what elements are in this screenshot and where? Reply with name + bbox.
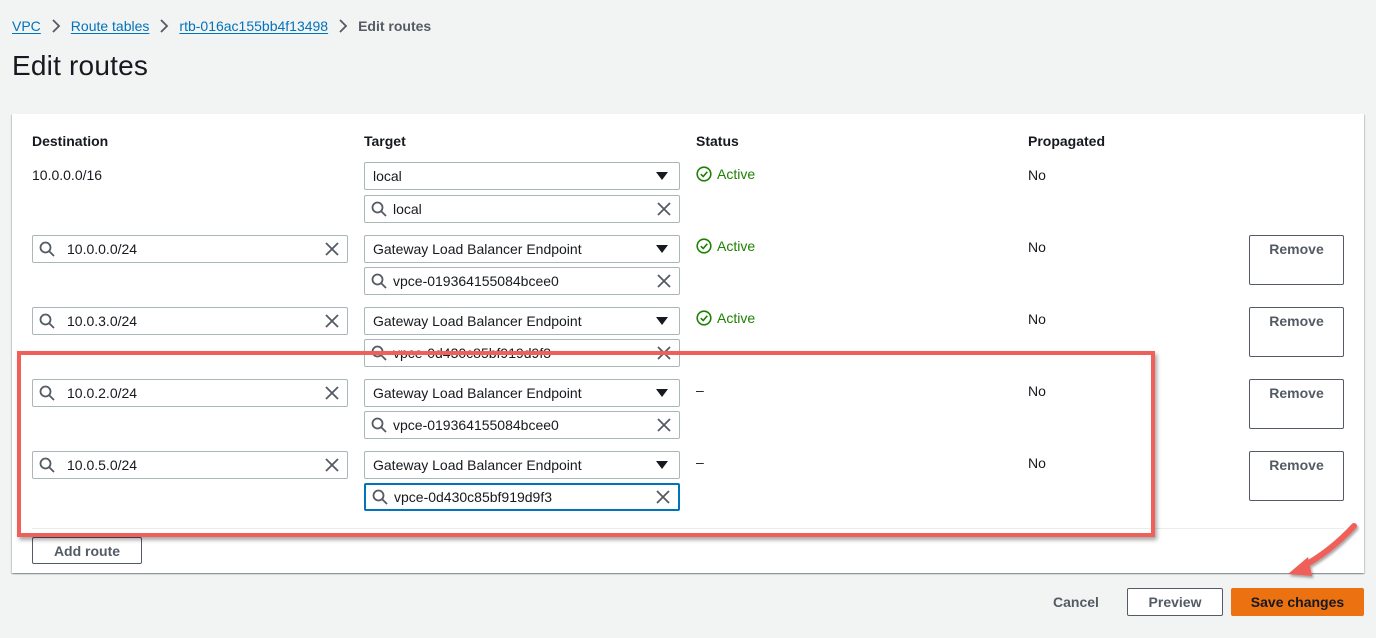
status-text: – <box>696 382 704 398</box>
status-text: Active <box>717 238 756 254</box>
search-icon <box>33 385 61 401</box>
cancel-button[interactable]: Cancel <box>1040 588 1112 616</box>
target-search-input[interactable]: vpce-0d430c85bf919d9f3 <box>364 483 680 511</box>
breadcrumb: VPC Route tables rtb-016ac155bb4f13498 E… <box>12 16 431 36</box>
target-type-select[interactable]: Gateway Load Balancer Endpoint <box>364 235 680 263</box>
breadcrumb-route-table-id-link[interactable]: rtb-016ac155bb4f13498 <box>179 18 328 34</box>
clear-icon[interactable] <box>317 314 347 328</box>
clear-icon[interactable] <box>649 202 679 216</box>
clear-icon[interactable] <box>317 386 347 400</box>
propagated-column-header: Propagated <box>1028 133 1106 149</box>
target-type-value: Gateway Load Balancer Endpoint <box>373 457 582 473</box>
propagated-text: No <box>1028 239 1046 255</box>
status-column-header: Status <box>696 133 739 149</box>
clear-icon[interactable] <box>317 458 347 472</box>
target-column-header: Target <box>364 133 406 149</box>
caret-down-icon <box>645 461 679 469</box>
check-circle-icon <box>696 310 712 326</box>
destination-input[interactable]: 10.0.5.0/24 <box>32 451 348 479</box>
status-indicator: Active <box>696 238 755 254</box>
search-icon <box>33 457 61 473</box>
chevron-right-icon <box>328 16 358 36</box>
caret-down-icon <box>645 389 679 397</box>
save-changes-button[interactable]: Save changes <box>1231 588 1364 616</box>
target-search-input[interactable]: local <box>364 195 680 223</box>
search-icon <box>365 201 393 217</box>
chevron-right-icon <box>149 16 179 36</box>
target-search-input[interactable]: vpce-0d430c85bf919d9f3 <box>364 339 680 367</box>
target-type-value: Gateway Load Balancer Endpoint <box>373 241 582 257</box>
remove-route-button[interactable]: Remove <box>1249 307 1344 357</box>
status-text: Active <box>717 310 756 326</box>
chevron-right-icon <box>41 16 71 36</box>
divider <box>32 528 1344 529</box>
breadcrumb-vpc-link[interactable]: VPC <box>12 18 41 34</box>
preview-button[interactable]: Preview <box>1127 588 1223 616</box>
breadcrumb-route-tables-link[interactable]: Route tables <box>71 18 150 34</box>
target-search-value: vpce-0d430c85bf919d9f3 <box>393 345 552 361</box>
target-search-value: vpce-019364155084bcee0 <box>393 417 559 433</box>
clear-icon[interactable] <box>317 242 347 256</box>
target-type-select[interactable]: Gateway Load Balancer Endpoint <box>364 451 680 479</box>
status-text: – <box>696 454 704 470</box>
target-search-value: vpce-019364155084bcee0 <box>393 273 559 289</box>
destination-value: 10.0.3.0/24 <box>67 313 138 329</box>
target-search-value: local <box>393 201 422 217</box>
check-circle-icon <box>696 238 712 254</box>
propagated-text: No <box>1028 383 1046 399</box>
remove-route-button[interactable]: Remove <box>1249 451 1344 501</box>
breadcrumb-current: Edit routes <box>358 18 432 34</box>
target-type-value: local <box>373 168 402 184</box>
search-icon <box>365 417 393 433</box>
clear-icon[interactable] <box>648 490 678 504</box>
page-title: Edit routes <box>12 50 149 81</box>
search-icon <box>365 345 393 361</box>
propagated-text: No <box>1028 167 1046 183</box>
target-type-value: Gateway Load Balancer Endpoint <box>373 313 582 329</box>
check-circle-icon <box>696 166 712 182</box>
status-text: Active <box>717 166 756 182</box>
caret-down-icon <box>645 317 679 325</box>
target-search-input[interactable]: vpce-019364155084bcee0 <box>364 267 680 295</box>
target-search-value: vpce-0d430c85bf919d9f3 <box>394 489 553 505</box>
search-icon <box>33 313 61 329</box>
clear-icon[interactable] <box>649 274 679 288</box>
target-type-value: Gateway Load Balancer Endpoint <box>373 385 582 401</box>
target-type-select[interactable]: Gateway Load Balancer Endpoint <box>364 379 680 407</box>
search-icon <box>33 241 61 257</box>
propagated-text: No <box>1028 455 1046 471</box>
search-icon <box>365 273 393 289</box>
target-type-select[interactable]: Gateway Load Balancer Endpoint <box>364 307 680 335</box>
routes-panel: Destination Target Status Propagated 10.… <box>12 114 1364 573</box>
destination-input[interactable]: 10.0.0.0/24 <box>32 235 348 263</box>
destination-input[interactable]: 10.0.3.0/24 <box>32 307 348 335</box>
status-indicator: Active <box>696 166 755 182</box>
status-indicator: Active <box>696 310 755 326</box>
destination-text: 10.0.0.0/16 <box>32 167 103 183</box>
destination-input[interactable]: 10.0.2.0/24 <box>32 379 348 407</box>
destination-value: 10.0.2.0/24 <box>67 385 138 401</box>
destination-value: 10.0.5.0/24 <box>67 457 138 473</box>
remove-route-button[interactable]: Remove <box>1249 235 1344 285</box>
add-route-button[interactable]: Add route <box>32 537 142 564</box>
target-search-input[interactable]: vpce-019364155084bcee0 <box>364 411 680 439</box>
destination-value: 10.0.0.0/24 <box>67 241 138 257</box>
destination-column-header: Destination <box>32 133 109 149</box>
remove-route-button[interactable]: Remove <box>1249 379 1344 429</box>
caret-down-icon <box>645 245 679 253</box>
search-icon <box>366 489 394 505</box>
target-type-select[interactable]: local <box>364 162 680 190</box>
clear-icon[interactable] <box>649 418 679 432</box>
propagated-text: No <box>1028 311 1046 327</box>
caret-down-icon <box>645 172 679 180</box>
clear-icon[interactable] <box>649 346 679 360</box>
